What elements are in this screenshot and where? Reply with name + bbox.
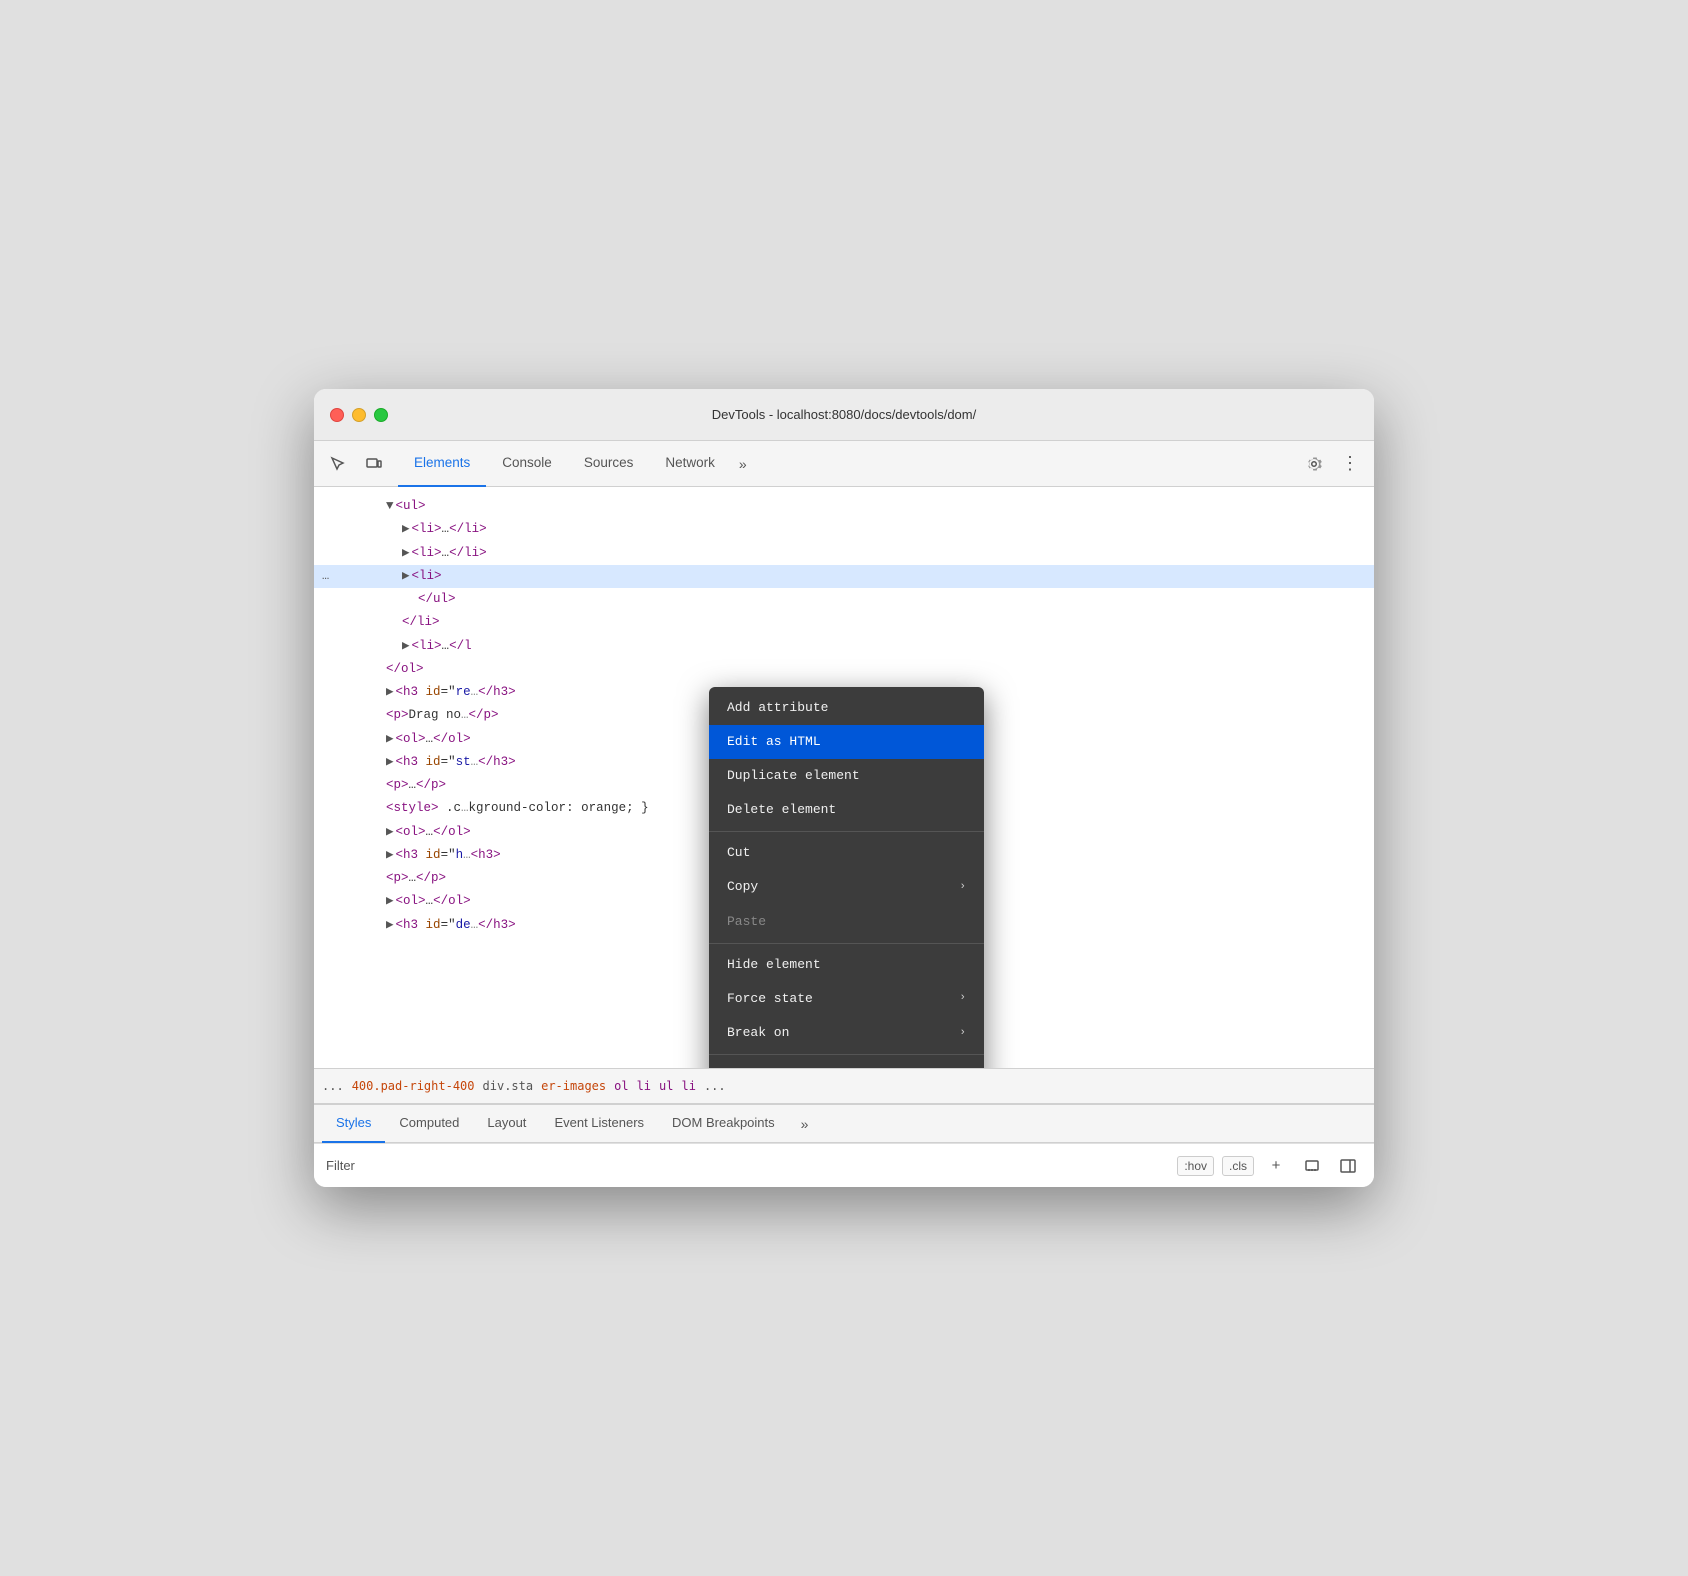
ctx-break-on[interactable]: Break on › bbox=[709, 1016, 984, 1050]
tab-layout[interactable]: Layout bbox=[473, 1105, 540, 1143]
breadcrumb-item-ol[interactable]: ol bbox=[614, 1079, 628, 1093]
ctx-break-on-arrow: › bbox=[959, 1024, 966, 1043]
window-title: DevTools - localhost:8080/docs/devtools/… bbox=[712, 407, 976, 422]
breadcrumb-item-erimages[interactable]: er-images bbox=[541, 1079, 606, 1093]
element-state-icon[interactable] bbox=[1298, 1152, 1326, 1180]
tree-line[interactable]: ▼<ul> bbox=[314, 495, 1374, 518]
close-button[interactable] bbox=[330, 408, 344, 422]
maximize-button[interactable] bbox=[374, 408, 388, 422]
minimize-button[interactable] bbox=[352, 408, 366, 422]
ctx-hide-element[interactable]: Hide element bbox=[709, 948, 984, 982]
device-emulation-icon[interactable] bbox=[358, 448, 390, 480]
settings-icon[interactable] bbox=[1298, 448, 1330, 480]
ctx-copy[interactable]: Copy › bbox=[709, 870, 984, 904]
breadcrumb-more: ... bbox=[704, 1079, 726, 1093]
tree-line[interactable]: </li> bbox=[314, 611, 1374, 634]
tab-sources[interactable]: Sources bbox=[568, 441, 650, 487]
tab-console[interactable]: Console bbox=[486, 441, 568, 487]
tab-event-listeners[interactable]: Event Listeners bbox=[540, 1105, 658, 1143]
titlebar: DevTools - localhost:8080/docs/devtools/… bbox=[314, 389, 1374, 441]
ctx-separator-3 bbox=[709, 1054, 984, 1055]
tree-line[interactable]: </ul> bbox=[314, 588, 1374, 611]
breadcrumb-dots: ... bbox=[322, 1079, 344, 1093]
ctx-separator-2 bbox=[709, 943, 984, 944]
inspect-icon[interactable] bbox=[322, 448, 354, 480]
bottom-tabs: Styles Computed Layout Event Listeners D… bbox=[314, 1105, 1374, 1143]
dom-tree[interactable]: ▼<ul> ▶<li>…</li> ▶<li>…</li> … ▶<li> </… bbox=[314, 487, 1374, 1068]
breadcrumb-item-li[interactable]: li bbox=[637, 1079, 651, 1093]
filter-label: Filter bbox=[326, 1158, 355, 1173]
devtools-window: DevTools - localhost:8080/docs/devtools/… bbox=[314, 389, 1374, 1187]
more-tabs-button[interactable]: » bbox=[731, 456, 755, 472]
tabbar: Elements Console Sources Network » ⋮ bbox=[314, 441, 1374, 487]
bottom-panel: Styles Computed Layout Event Listeners D… bbox=[314, 1104, 1374, 1187]
hov-button[interactable]: :hov bbox=[1177, 1156, 1214, 1176]
ctx-force-state[interactable]: Force state › bbox=[709, 982, 984, 1016]
ctx-duplicate-element[interactable]: Duplicate element bbox=[709, 759, 984, 793]
context-menu: Add attribute Edit as HTML Duplicate ele… bbox=[709, 687, 984, 1068]
ctx-add-attribute[interactable]: Add attribute bbox=[709, 691, 984, 725]
ctx-delete-element[interactable]: Delete element bbox=[709, 793, 984, 827]
main-content: ▼<ul> ▶<li>…</li> ▶<li>…</li> … ▶<li> </… bbox=[314, 487, 1374, 1187]
tab-dom-breakpoints[interactable]: DOM Breakpoints bbox=[658, 1105, 789, 1143]
traffic-lights bbox=[330, 408, 388, 422]
ctx-copy-arrow: › bbox=[959, 878, 966, 897]
tab-network[interactable]: Network bbox=[649, 441, 731, 487]
add-style-rule-icon[interactable]: + bbox=[1262, 1152, 1290, 1180]
filter-bar: Filter :hov .cls + bbox=[314, 1143, 1374, 1187]
breadcrumb-item-ul[interactable]: ul bbox=[659, 1079, 673, 1093]
main-tabs: Elements Console Sources Network » bbox=[398, 441, 1298, 487]
breadcrumb-bar: ... 400.pad-right-400 div.sta er-images … bbox=[314, 1068, 1374, 1104]
tabbar-right-icons: ⋮ bbox=[1298, 448, 1366, 480]
breadcrumb-item-divsta[interactable]: div.sta bbox=[483, 1079, 534, 1093]
ctx-force-state-arrow: › bbox=[959, 989, 966, 1008]
tab-elements[interactable]: Elements bbox=[398, 441, 486, 487]
ctx-separator-1 bbox=[709, 831, 984, 832]
tab-styles[interactable]: Styles bbox=[322, 1105, 385, 1143]
more-menu-icon[interactable]: ⋮ bbox=[1334, 448, 1366, 480]
tree-line-selected[interactable]: … ▶<li> bbox=[314, 565, 1374, 588]
tree-line[interactable]: ▶<li>…</l bbox=[314, 635, 1374, 658]
ctx-edit-as-html[interactable]: Edit as HTML bbox=[709, 725, 984, 759]
ctx-expand-recursively[interactable]: Expand recursively bbox=[709, 1059, 984, 1068]
toggle-sidebar-icon[interactable] bbox=[1334, 1152, 1362, 1180]
ctx-cut[interactable]: Cut bbox=[709, 836, 984, 870]
breadcrumb-item-li2[interactable]: li bbox=[681, 1079, 695, 1093]
cls-button[interactable]: .cls bbox=[1222, 1156, 1254, 1176]
tree-line[interactable]: </ol> bbox=[314, 658, 1374, 681]
more-bottom-tabs[interactable]: » bbox=[793, 1116, 817, 1132]
tree-line[interactable]: ▶<li>…</li> bbox=[314, 542, 1374, 565]
tabbar-left-icons bbox=[322, 448, 390, 480]
tree-line[interactable]: ▶<li>…</li> bbox=[314, 518, 1374, 541]
breadcrumb-item-400[interactable]: 400.pad-right-400 bbox=[352, 1079, 475, 1093]
ctx-paste: Paste bbox=[709, 905, 984, 939]
tab-computed[interactable]: Computed bbox=[385, 1105, 473, 1143]
